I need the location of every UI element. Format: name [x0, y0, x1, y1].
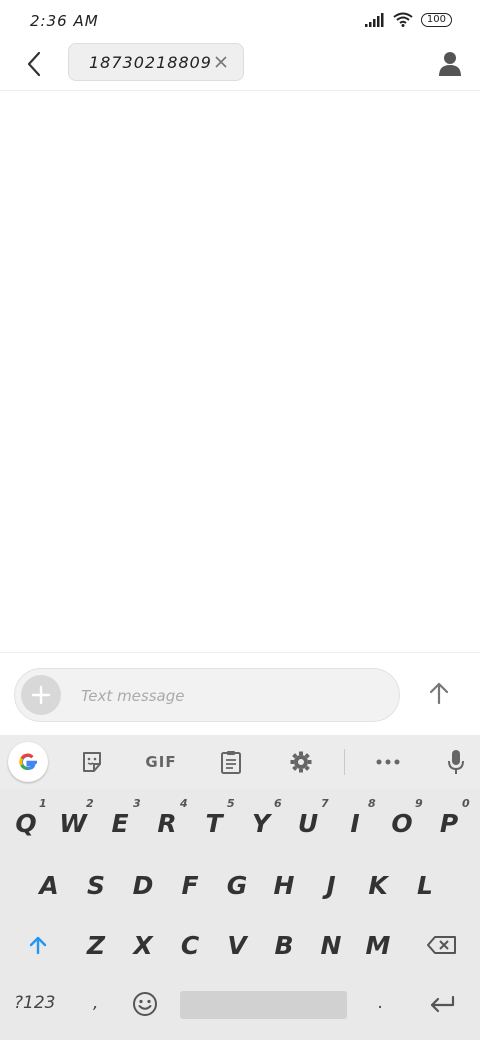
key-number-hint: 4 — [180, 797, 188, 810]
key-u[interactable]: U7 — [287, 797, 329, 843]
recipient-number: 18730218809 — [89, 52, 212, 72]
key-label: O — [391, 808, 413, 838]
back-button[interactable] — [20, 50, 48, 78]
person-icon — [439, 52, 461, 76]
key-number-hint: 5 — [227, 797, 235, 810]
more-dots-icon — [376, 759, 400, 765]
status-time: 2:36 AM — [30, 12, 99, 30]
voice-input-button[interactable] — [437, 743, 475, 781]
key-k[interactable]: K — [357, 865, 399, 905]
key-i[interactable]: I8 — [334, 797, 376, 843]
recipient-chip[interactable]: 18730218809 — [68, 43, 244, 81]
compose-bar: Text message — [0, 652, 480, 736]
key-x[interactable]: X — [122, 925, 164, 965]
clipboard-button[interactable] — [212, 743, 250, 781]
key-j[interactable]: J — [310, 865, 352, 905]
settings-button[interactable] — [282, 743, 320, 781]
key-m[interactable]: M — [357, 925, 399, 965]
key-o[interactable]: O9 — [381, 797, 423, 843]
add-attachment-button[interactable] — [21, 675, 61, 715]
remove-recipient-button[interactable] — [213, 54, 229, 70]
key-d[interactable]: D — [122, 865, 164, 905]
key-number-hint: 2 — [86, 797, 94, 810]
enter-arrow-icon — [430, 995, 455, 1013]
toolbar-divider — [344, 749, 345, 775]
keyboard: G I F Q 1 W 2 E 3 R 4 T 5 Y 6 U 7 I 8 O 9 … — [0, 735, 480, 1040]
clipboard-icon — [221, 751, 241, 774]
gif-label: GIF — [145, 753, 177, 771]
key-h[interactable]: H — [263, 865, 305, 905]
key-p[interactable]: P0 — [428, 797, 470, 843]
key-label: E — [111, 808, 129, 838]
key-z[interactable]: Z — [75, 925, 117, 965]
back-arrow-icon — [27, 51, 41, 77]
key-a[interactable]: A — [28, 865, 70, 905]
key-g[interactable]: G — [216, 865, 258, 905]
wifi-icon — [393, 12, 413, 27]
key-q[interactable]: Q1 — [5, 797, 47, 843]
gif-button[interactable]: GIF — [141, 743, 181, 781]
keyboard-toolbar: GIF — [0, 735, 480, 789]
period-key[interactable]: . — [378, 993, 383, 1013]
backspace-key[interactable] — [420, 925, 464, 965]
key-label: P — [439, 808, 459, 838]
message-placeholder: Text message — [81, 687, 185, 705]
key-n[interactable]: N — [310, 925, 352, 965]
key-b[interactable]: B — [263, 925, 305, 965]
google-g-icon — [19, 753, 37, 771]
space-key[interactable] — [180, 991, 347, 1019]
key-s[interactable]: S — [75, 865, 117, 905]
backspace-icon — [427, 936, 456, 954]
key-number-hint: 8 — [368, 797, 376, 810]
key-v[interactable]: V — [216, 925, 258, 965]
key-label: I — [350, 808, 360, 838]
shift-arrow-icon — [29, 936, 47, 955]
key-l[interactable]: L — [404, 865, 446, 905]
key-label: W — [59, 808, 87, 838]
comma-key[interactable]: , — [93, 993, 98, 1013]
microphone-icon — [448, 750, 464, 774]
key-number-hint: 9 — [415, 797, 423, 810]
conversation-header: 18730218809 — [0, 42, 480, 91]
key-number-hint: 1 — [39, 797, 47, 810]
key-number-hint: 7 — [321, 797, 329, 810]
shift-key[interactable] — [20, 925, 56, 965]
key-e[interactable]: E3 — [99, 797, 141, 843]
sticker-button[interactable] — [73, 743, 111, 781]
key-c[interactable]: C — [169, 925, 211, 965]
key-y[interactable]: Y6 — [240, 797, 282, 843]
message-list — [0, 91, 480, 652]
message-input[interactable]: Text message — [14, 668, 400, 722]
emoji-key[interactable] — [128, 987, 162, 1021]
status-bar: 2:36 AM 100 — [0, 0, 480, 42]
send-button[interactable] — [424, 678, 454, 708]
signal-icon — [364, 12, 384, 27]
key-f[interactable]: F — [169, 865, 211, 905]
plus-icon — [31, 685, 51, 705]
more-options-button[interactable] — [369, 743, 407, 781]
key-label: Q — [15, 808, 37, 838]
enter-key[interactable] — [424, 987, 460, 1021]
key-number-hint: 0 — [462, 797, 470, 810]
emoji-icon — [133, 992, 157, 1016]
google-button[interactable] — [8, 742, 48, 782]
key-number-hint: 3 — [133, 797, 141, 810]
key-t[interactable]: T5 — [193, 797, 235, 843]
symbols-key[interactable]: ?123 — [14, 993, 55, 1013]
key-label: U — [297, 808, 319, 838]
contact-button[interactable] — [436, 50, 464, 78]
key-number-hint: 6 — [274, 797, 282, 810]
key-r[interactable]: R4 — [146, 797, 188, 843]
close-icon — [215, 56, 227, 68]
key-w[interactable]: W2 — [52, 797, 94, 843]
arrow-up-icon — [429, 682, 449, 705]
key-label: Y — [251, 808, 271, 838]
gear-icon — [290, 751, 312, 773]
key-label: T — [205, 808, 223, 838]
sticker-icon — [83, 752, 101, 772]
status-icons: 100 — [364, 12, 452, 27]
battery-indicator: 100 — [420, 12, 452, 27]
key-label: R — [157, 808, 177, 838]
